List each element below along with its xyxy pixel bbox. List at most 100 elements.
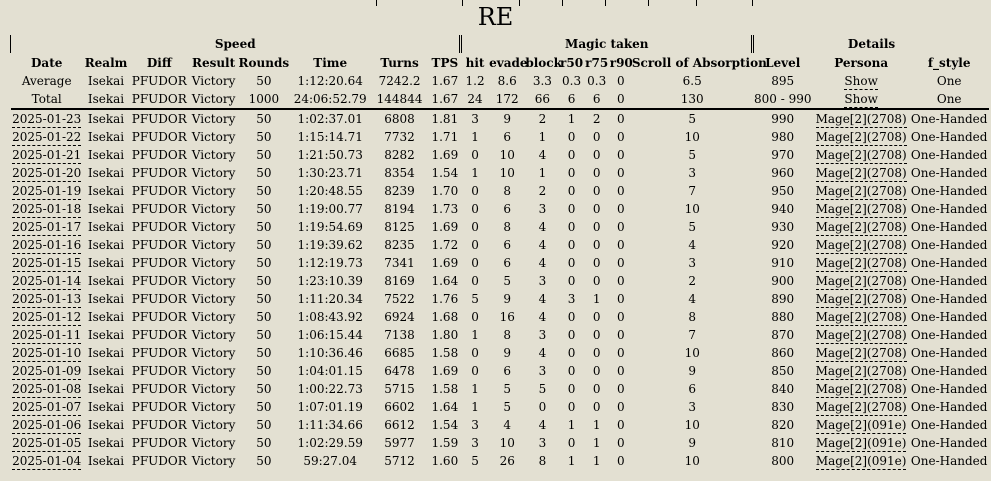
rounds-cell: 50 (256, 220, 272, 234)
date-link[interactable]: 2025-01-10 (12, 346, 82, 362)
level-cell: 810 (771, 436, 795, 450)
persona-link[interactable]: Mage[2](2708) (815, 130, 907, 146)
date-link[interactable]: 2025-01-05 (12, 436, 82, 452)
persona-cell: Mage[2](2708) (813, 308, 910, 326)
column-header-rounds[interactable]: Rounds (238, 53, 290, 72)
date-link[interactable]: 2025-01-21 (12, 148, 82, 164)
date-link[interactable]: 2025-01-17 (12, 220, 82, 236)
table-row: 2025-01-05 Isekai PFUDOR Victory 50 1:02:29.5… (11, 434, 990, 452)
persona-link[interactable]: Mage[2](2708) (815, 382, 907, 398)
date-link[interactable]: 2025-01-04 (12, 454, 82, 470)
persona-link[interactable]: Mage[2](2708) (815, 166, 907, 182)
table-row: 2025-01-23 Isekai PFUDOR Victory 50 1:02:37.0… (11, 109, 990, 128)
summary-persona-cell: Show (813, 72, 910, 90)
realm-cell: Isekai (87, 130, 125, 144)
show-persona-link[interactable]: Show (844, 74, 878, 90)
persona-link[interactable]: Mage[2](2708) (815, 238, 907, 254)
column-header-hit[interactable]: hit (461, 53, 489, 72)
column-header-f-style[interactable]: f_style (909, 53, 989, 72)
date-link[interactable]: 2025-01-23 (12, 112, 82, 128)
r50-cell: 0 (567, 328, 576, 342)
date-link[interactable]: 2025-01-20 (12, 166, 82, 182)
column-header-block[interactable]: block (525, 53, 562, 72)
block-cell: 0 (538, 400, 547, 414)
summary-turns: 7242.2 (378, 74, 421, 88)
result-cell: Victory (191, 418, 236, 432)
column-header-realm[interactable]: Realm (83, 53, 129, 72)
turns-cell: 5977 (384, 436, 415, 450)
diff-cell: PFUDOR (131, 274, 187, 288)
column-header-r75[interactable]: r75 (584, 53, 610, 72)
persona-link[interactable]: Mage[2](091e) (815, 418, 907, 434)
level-cell: 930 (771, 220, 795, 234)
date-link[interactable]: 2025-01-06 (12, 418, 82, 434)
date-link[interactable]: 2025-01-09 (12, 364, 82, 380)
column-header-scroll-of-absorption[interactable]: Scroll of Absorption (632, 53, 767, 72)
persona-link[interactable]: Mage[2](2708) (815, 400, 907, 416)
time-cell: 1:06:15.44 (297, 328, 363, 342)
column-header-r50[interactable]: r50 (559, 53, 583, 72)
r90-cell: 0 (616, 436, 625, 450)
fstyle-cell: One-Handed (910, 220, 988, 234)
persona-link[interactable]: Mage[2](2708) (815, 148, 907, 164)
persona-link[interactable]: Mage[2](2708) (815, 220, 907, 236)
column-header-tps[interactable]: TPS (429, 53, 461, 72)
date-link[interactable]: 2025-01-08 (12, 382, 82, 398)
hit-cell: 0 (471, 310, 479, 324)
column-header-r90[interactable]: r90 (610, 53, 633, 72)
date-link[interactable]: 2025-01-22 (12, 130, 82, 146)
column-header-evade[interactable]: evade (489, 53, 527, 72)
column-header-diff[interactable]: Diff (129, 53, 189, 72)
persona-link[interactable]: Mage[2](2708) (815, 346, 907, 362)
date-link[interactable]: 2025-01-13 (12, 292, 82, 308)
date-link[interactable]: 2025-01-18 (12, 202, 82, 218)
block-cell: 5 (538, 382, 547, 396)
date-link[interactable]: 2025-01-15 (12, 256, 82, 272)
r75-cell: 0 (592, 364, 601, 378)
date-link[interactable]: 2025-01-12 (12, 310, 82, 326)
tps-cell: 1.64 (431, 274, 459, 288)
realm-cell: Isekai (87, 238, 125, 252)
diff-cell: PFUDOR (131, 364, 187, 378)
date-link[interactable]: 2025-01-16 (12, 238, 82, 254)
evade-cell: 8 (503, 220, 512, 234)
persona-link[interactable]: Mage[2](091e) (815, 454, 907, 470)
persona-link[interactable]: Mage[2](2708) (815, 310, 907, 326)
persona-link[interactable]: Mage[2](2708) (815, 292, 907, 308)
column-header-date[interactable]: Date (11, 53, 83, 72)
diff-cell: PFUDOR (131, 220, 187, 234)
column-header-turns[interactable]: Turns (370, 53, 428, 72)
persona-link[interactable]: Mage[2](2708) (815, 328, 907, 344)
realm-cell: Isekai (87, 166, 125, 180)
date-link[interactable]: 2025-01-07 (12, 400, 82, 416)
table-row: 2025-01-20 Isekai PFUDOR Victory 50 1:30:23.7… (11, 164, 990, 182)
persona-link[interactable]: Mage[2](2708) (815, 184, 907, 200)
date-link[interactable]: 2025-01-11 (12, 328, 82, 344)
show-persona-link[interactable]: Show (844, 92, 878, 108)
evade-cell: 9 (503, 292, 512, 306)
persona-link[interactable]: Mage[2](2708) (815, 256, 907, 272)
persona-cell: Mage[2](2708) (813, 398, 910, 416)
persona-link[interactable]: Mage[2](2708) (815, 364, 907, 380)
column-header-time[interactable]: Time (290, 53, 370, 72)
level-cell: 910 (771, 256, 795, 270)
r90-cell: 0 (616, 112, 625, 126)
r75-cell: 0 (592, 400, 601, 414)
persona-cell: Mage[2](2708) (813, 146, 910, 164)
persona-cell: Mage[2](2708) (813, 164, 910, 182)
persona-link[interactable]: Mage[2](2708) (815, 274, 907, 290)
column-header-persona[interactable]: Persona (813, 53, 910, 72)
scroll-cell: 7 (688, 184, 697, 198)
r90-cell: 0 (616, 256, 625, 270)
scroll-cell: 2 (688, 274, 697, 288)
summary-realm: Isekai (82, 90, 130, 110)
persona-link[interactable]: Mage[2](2708) (815, 202, 907, 218)
persona-link[interactable]: Mage[2](2708) (815, 112, 907, 128)
date-link[interactable]: 2025-01-19 (12, 184, 82, 200)
result-cell: Victory (191, 220, 236, 234)
fstyle-cell: One-Handed (910, 238, 988, 252)
persona-link[interactable]: Mage[2](091e) (815, 436, 907, 452)
block-cell: 3 (538, 364, 547, 378)
column-header-result[interactable]: Result (189, 53, 237, 72)
date-link[interactable]: 2025-01-14 (12, 274, 82, 290)
